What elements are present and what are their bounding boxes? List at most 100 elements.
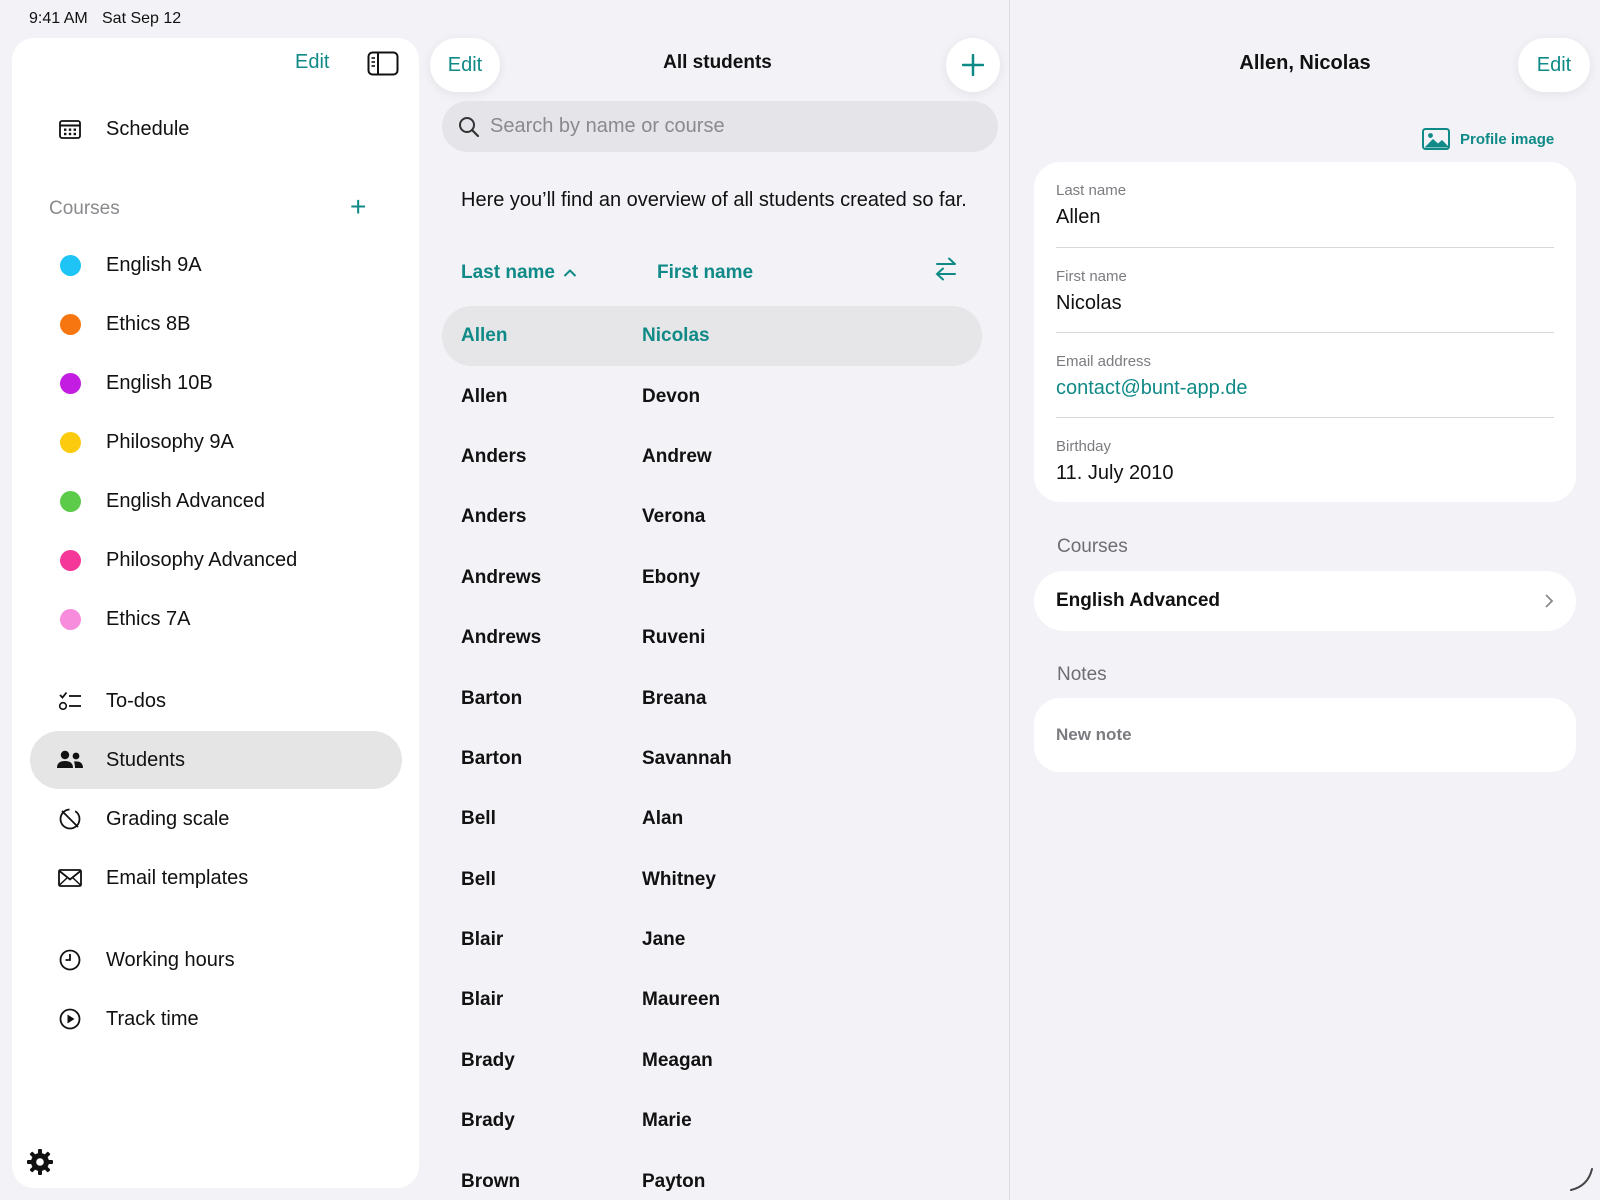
last-name-cell: Brady [461,1049,515,1071]
grading-scale-icon [46,807,94,831]
student-row[interactable]: Andrews Ebony [442,548,982,608]
student-row[interactable]: Allen Devon [442,366,982,426]
sort-last-name-header[interactable]: Last name [461,262,577,284]
course-color-dot [59,608,81,630]
student-detail-pane: Allen, Nicolas Edit Profile image Last n… [1009,0,1600,1200]
sidebar-course-philosophy-advanced[interactable]: Philosophy Advanced [30,531,402,589]
student-row[interactable]: Barton Savannah [442,729,982,789]
course-color-dot [59,372,81,394]
search-bar[interactable] [442,101,998,152]
sidebar-item-working-hours[interactable]: Working hours [30,931,402,989]
student-row[interactable]: Blair Maureen [442,970,982,1030]
envelope-icon [46,869,94,887]
course-color-dot [59,549,81,571]
last-name-cell: Anders [461,445,527,467]
last-name-cell: Anders [461,506,527,528]
first-name-cell: Verona [642,506,706,528]
first-name-cell: Devon [642,385,701,407]
sidebar-course-label: Ethics 7A [106,607,191,630]
sidebar-edit-button[interactable]: Edit [295,51,329,74]
first-name-cell: Whitney [642,868,716,890]
add-course-button[interactable]: + [350,192,366,222]
last-name-cell: Blair [461,929,504,951]
last-name-cell: Blair [461,989,504,1011]
sidebar-item-track-time[interactable]: Track time [30,990,402,1048]
student-row[interactable]: Andrews Ruveni [442,608,982,668]
first-name-cell: Payton [642,1170,706,1192]
add-student-button[interactable] [946,38,1000,92]
first-name-cell: Ruveni [642,627,706,649]
sidebar-course-ethics-7a[interactable]: Ethics 7A [30,590,402,648]
swap-columns-icon[interactable] [934,256,958,282]
birthday-field[interactable]: Birthday 11. July 2010 [1056,417,1554,502]
last-name-cell: Allen [461,325,508,347]
email-link[interactable]: contact@bunt-app.de [1056,377,1248,400]
sidebar: Edit Schedule Courses + English 9A Ethic… [12,38,419,1188]
student-row[interactable]: Brady Marie [442,1091,982,1151]
sidebar-item-schedule[interactable]: Schedule [30,100,402,158]
new-note-button[interactable]: New note [1034,698,1576,772]
student-row[interactable]: Brown Payton [442,1151,982,1200]
sidebar-course-english-9a[interactable]: English 9A [30,236,402,294]
student-row[interactable]: Barton Breana [442,668,982,728]
sidebar-course-english-advanced[interactable]: English Advanced [30,472,402,530]
last-name-cell: Andrews [461,566,542,588]
sidebar-toggle-icon[interactable] [367,51,399,77]
profile-image-button[interactable]: Profile image [1422,128,1554,150]
search-input[interactable] [490,115,970,138]
sidebar-item-grading-scale[interactable]: Grading scale [30,790,402,848]
course-name: English Advanced [1056,590,1220,611]
settings-gear-icon[interactable] [26,1148,54,1176]
chevron-up-icon [563,269,577,277]
sidebar-course-english-10b[interactable]: English 10B [30,354,402,412]
field-label: Birthday [1056,438,1112,455]
sidebar-item-students[interactable]: Students [30,731,402,789]
student-rows: Allen Nicolas Allen Devon Anders Andrew … [442,306,982,1200]
field-value: 11. July 2010 [1056,462,1174,484]
sidebar-course-label: Ethics 8B [106,312,191,335]
detail-edit-button[interactable]: Edit [1518,38,1590,92]
course-color-dot [59,313,81,335]
course-row-english-advanced[interactable]: English Advanced [1034,571,1576,631]
profile-image-label: Profile image [1460,130,1555,148]
sidebar-item-label: Schedule [106,117,190,140]
student-row[interactable]: Anders Andrew [442,427,982,487]
email-field[interactable]: Email address contact@bunt-app.de [1056,332,1554,417]
first-name-cell: Nicolas [642,325,710,347]
sidebar-course-ethics-8b[interactable]: Ethics 8B [30,295,402,353]
courses-header: Courses [49,198,120,219]
column-header-label: First name [657,262,754,283]
student-info-card: Last name Allen First name Nicolas Email… [1034,162,1576,502]
sidebar-item-email-templates[interactable]: Email templates [30,849,402,907]
first-name-cell: Andrew [642,445,712,467]
sidebar-course-label: English 9A [106,253,202,276]
sidebar-item-label: Students [106,748,185,771]
student-row[interactable]: Bell Alan [442,789,982,849]
student-row-selected[interactable]: Allen Nicolas [442,306,982,367]
last-name-cell: Barton [461,687,523,709]
first-name-cell: Savannah [642,747,732,769]
first-name-field[interactable]: First name Nicolas [1056,247,1554,332]
last-name-cell: Brown [461,1170,521,1192]
sidebar-item-label: Grading scale [106,807,230,830]
first-name-cell: Meagan [642,1049,713,1071]
sidebar-course-philosophy-9a[interactable]: Philosophy 9A [30,413,402,471]
student-row[interactable]: Blair Jane [442,910,982,970]
student-row[interactable]: Bell Whitney [442,850,982,910]
notes-section-label: Notes [1057,664,1107,685]
list-intro-text: Here you’ll find an overview of all stud… [461,189,967,211]
sidebar-item-label: To-dos [106,689,167,712]
sidebar-item-label: Working hours [106,948,235,971]
checklist-icon [46,690,94,712]
student-row[interactable]: Brady Meagan [442,1031,982,1091]
chevron-right-icon [1545,594,1554,608]
sidebar-course-label: Philosophy Advanced [106,548,298,571]
sort-first-name-header[interactable]: First name [657,262,753,284]
resize-handle-icon [1570,1168,1593,1191]
sidebar-item-todos[interactable]: To-dos [30,672,402,730]
first-name-cell: Jane [642,929,686,951]
student-row[interactable]: Anders Verona [442,487,982,547]
sidebar-course-label: English 10B [106,371,213,394]
last-name-field[interactable]: Last name Allen [1056,162,1554,247]
list-title: All students [663,52,772,73]
